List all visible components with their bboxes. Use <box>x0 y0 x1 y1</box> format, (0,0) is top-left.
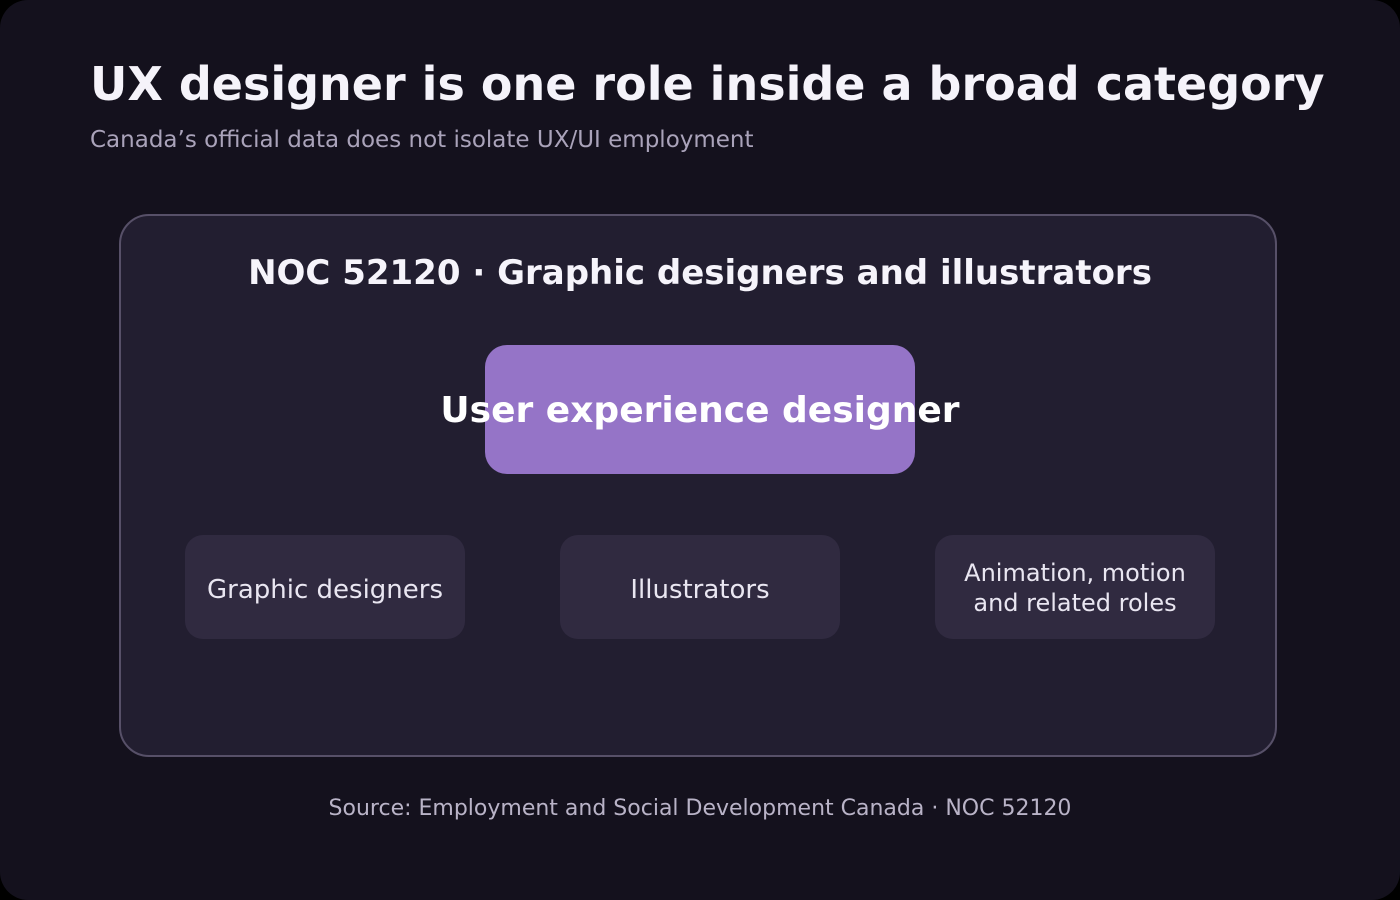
page-title: UX designer is one role inside a broad c… <box>90 57 1325 111</box>
role-box-graphic-designers: Graphic designers <box>185 535 465 639</box>
category-title: NOC 52120 · Graphic designers and illust… <box>248 253 1152 293</box>
role-label: Animation, motion and related roles <box>964 559 1186 617</box>
source-note: Source: Employment and Social Developmen… <box>328 796 1072 821</box>
diagram-canvas: UX designer is one role inside a broad c… <box>0 0 1400 900</box>
role-box-illustrators: Illustrators <box>560 535 840 639</box>
role-box-animation-motion: Animation, motion and related roles <box>935 535 1215 639</box>
role-label: Graphic designers <box>206 575 444 605</box>
role-label: Illustrators <box>630 575 770 605</box>
category-container <box>119 214 1277 757</box>
highlight-role-label: User experience designer <box>440 390 960 431</box>
page-subtitle: Canada’s official data does not isolate … <box>90 127 754 153</box>
